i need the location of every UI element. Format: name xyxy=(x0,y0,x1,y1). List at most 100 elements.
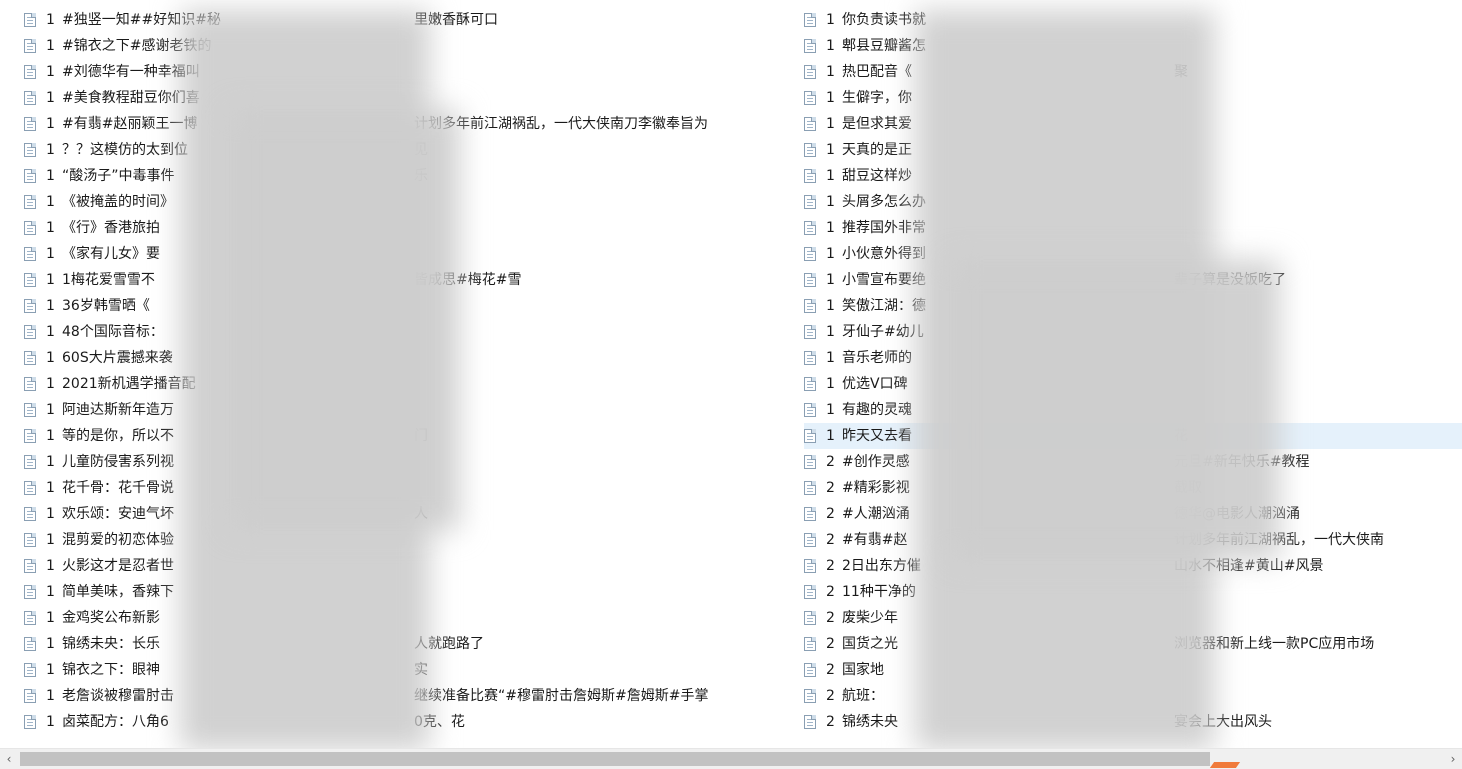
list-item[interactable]: 1 ？？这模仿的太到位 见 xyxy=(24,137,794,163)
text-file-icon xyxy=(24,611,36,625)
item-count: 1 xyxy=(46,610,55,626)
list-item[interactable]: 2 锦绣未央 宴会上大出风头 xyxy=(804,709,1462,735)
list-item[interactable]: 1 头屑多怎么办 xyxy=(804,189,1462,215)
item-title: 金鸡奖公布新影 xyxy=(62,610,160,626)
orange-accent-mark xyxy=(1209,762,1241,768)
item-title: 有趣的灵魂 xyxy=(842,402,912,418)
item-count: 1 xyxy=(826,324,835,340)
list-item[interactable]: 1 #独竖一知##好知识#秘 里嫩香酥可口 xyxy=(24,7,794,33)
list-item[interactable]: 1 生僻字，你 xyxy=(804,85,1462,111)
text-file-icon xyxy=(24,429,36,443)
text-file-icon xyxy=(24,559,36,573)
list-item[interactable]: 1 混剪爱的初恋体验 xyxy=(24,527,794,553)
list-item[interactable]: 1 牙仙子#幼儿 xyxy=(804,319,1462,345)
item-count: 1 xyxy=(46,116,55,132)
list-item[interactable]: 1 金鸡奖公布新影 xyxy=(24,605,794,631)
list-item[interactable]: 1 等的是你，所以不 门 xyxy=(24,423,794,449)
list-item[interactable]: 2 11种干净的 xyxy=(804,579,1462,605)
list-item[interactable]: 1 甜豆这样炒 xyxy=(804,163,1462,189)
item-title-tail: 人就跑路了 xyxy=(414,636,484,652)
list-item[interactable]: 1 简单美味，香辣下 xyxy=(24,579,794,605)
list-item[interactable]: 1 #刘德华有一种幸福叫 xyxy=(24,59,794,85)
item-title: 简单美味，香辣下 xyxy=(62,584,174,600)
list-item[interactable]: 1 天真的是正 xyxy=(804,137,1462,163)
item-count: 2 xyxy=(826,558,835,574)
list-item[interactable]: 1 欢乐颂：安迪气坏 人 xyxy=(24,501,794,527)
list-item[interactable]: 1 优选V口碑 xyxy=(804,371,1462,397)
item-count: 1 xyxy=(46,38,55,54)
text-file-icon xyxy=(24,195,36,209)
list-item[interactable]: 1 《家有儿女》要 xyxy=(24,241,794,267)
text-file-icon xyxy=(804,221,816,235)
list-item[interactable]: 1 火影这才是忍者世 xyxy=(24,553,794,579)
list-item[interactable]: 1 阿迪达斯新年造万 xyxy=(24,397,794,423)
list-item[interactable]: 1 热巴配音《 聚 xyxy=(804,59,1462,85)
list-item[interactable]: 1 是但求其爱 xyxy=(804,111,1462,137)
list-item[interactable]: 2 #有翡#赵 计划多年前江湖祸乱，一代大侠南 xyxy=(804,527,1462,553)
list-item[interactable]: 1 花千骨：花千骨说 xyxy=(24,475,794,501)
item-count: 1 xyxy=(46,194,55,210)
item-count: 1 xyxy=(46,350,55,366)
list-item[interactable]: 2 #精彩影视 截取 xyxy=(804,475,1462,501)
list-item[interactable]: 1 锦衣之下：眼神 实 xyxy=(24,657,794,683)
list-item[interactable]: 2 国货之光 浏览器和新上线一款PC应用市场 xyxy=(804,631,1462,657)
item-title-tail: 聚 xyxy=(1174,64,1188,80)
item-count: 1 xyxy=(46,584,55,600)
horizontal-scrollbar[interactable]: ‹ › xyxy=(0,748,1462,769)
list-item[interactable]: 1 推荐国外非常 xyxy=(804,215,1462,241)
item-title: 推荐国外非常 xyxy=(842,220,926,236)
list-item[interactable]: 1 笑傲江湖：德 xyxy=(804,293,1462,319)
text-file-icon xyxy=(24,689,36,703)
text-file-icon xyxy=(804,663,816,677)
list-item[interactable]: 1 你负责读书就 xyxy=(804,7,1462,33)
text-file-icon xyxy=(804,481,816,495)
list-item[interactable]: 1 《行》香港旅拍 xyxy=(24,215,794,241)
list-item[interactable]: 1 锦绣未央：长乐 人就跑路了 xyxy=(24,631,794,657)
item-title: #独竖一知##好知识#秘 xyxy=(62,12,221,28)
item-count: 1 xyxy=(46,402,55,418)
list-item[interactable]: 2 废柴少年 xyxy=(804,605,1462,631)
list-item[interactable]: 2 航班： xyxy=(804,683,1462,709)
text-file-icon xyxy=(804,689,816,703)
text-file-icon xyxy=(24,273,36,287)
list-item[interactable]: 1 卤菜配方：八角6 0克、花 xyxy=(24,709,794,735)
scroll-right-icon[interactable]: › xyxy=(1444,749,1462,769)
list-item[interactable]: 1 老詹谈被穆雷肘击 继续准备比赛“#穆雷肘击詹姆斯#詹姆斯#手掌 xyxy=(24,683,794,709)
item-title: 小雪宣布要绝 xyxy=(842,272,926,288)
list-item[interactable]: 1 《被掩盖的时间》 xyxy=(24,189,794,215)
item-title: 60S大片震撼来袭 xyxy=(62,350,173,366)
text-file-icon xyxy=(804,299,816,313)
list-item[interactable]: 2 2日出东方催 山水不相逢#黄山#风景 xyxy=(804,553,1462,579)
text-file-icon xyxy=(24,143,36,157)
text-file-icon xyxy=(804,403,816,417)
scrollbar-thumb[interactable] xyxy=(20,752,1210,766)
list-item[interactable]: 1 昨天又去看 花 xyxy=(804,423,1462,449)
list-item[interactable]: 1 #美食教程甜豆你们喜 xyxy=(24,85,794,111)
item-count: 2 xyxy=(826,454,835,470)
list-item[interactable]: 1 1梅花爱雪雪不 皆成思#梅花#雪 xyxy=(24,267,794,293)
list-item[interactable]: 1 48个国际音标： xyxy=(24,319,794,345)
item-title: “酸汤子”中毒事件 xyxy=(62,168,175,184)
item-title-tail: 花 xyxy=(1174,428,1188,444)
list-item[interactable]: 2 国家地 xyxy=(804,657,1462,683)
text-file-icon xyxy=(804,247,816,261)
item-title: 国家地 xyxy=(842,662,884,678)
list-item[interactable]: 1 #有翡#赵丽颖王一博 计划多年前江湖祸乱，一代大侠南刀李徽奉旨为 xyxy=(24,111,794,137)
item-title-tail: 里嫩香酥可口 xyxy=(414,12,498,28)
list-item[interactable]: 1 有趣的灵魂 xyxy=(804,397,1462,423)
list-item[interactable]: 1 36岁韩雪晒《 xyxy=(24,293,794,319)
list-item[interactable]: 1 2021新机遇学播音配 xyxy=(24,371,794,397)
list-item[interactable]: 2 #创作灵感 元旦#新年快乐#教程 xyxy=(804,449,1462,475)
list-item[interactable]: 1 儿童防侵害系列视 xyxy=(24,449,794,475)
list-item[interactable]: 1 小伙意外得到 xyxy=(804,241,1462,267)
list-item[interactable]: 1 #锦衣之下#感谢老铁的 xyxy=(24,33,794,59)
list-item[interactable]: 1 郫县豆瓣酱怎 xyxy=(804,33,1462,59)
text-file-icon xyxy=(804,13,816,27)
item-count: 2 xyxy=(826,662,835,678)
list-item[interactable]: 1 “酸汤子”中毒事件 乐 xyxy=(24,163,794,189)
list-item[interactable]: 1 小雪宣布要绝 辈子算是没饭吃了 xyxy=(804,267,1462,293)
list-item[interactable]: 1 音乐老师的 xyxy=(804,345,1462,371)
scroll-left-icon[interactable]: ‹ xyxy=(0,749,18,769)
list-item[interactable]: 2 #人潮汹涌 德华@电影人潮汹涌 xyxy=(804,501,1462,527)
list-item[interactable]: 1 60S大片震撼来袭 xyxy=(24,345,794,371)
